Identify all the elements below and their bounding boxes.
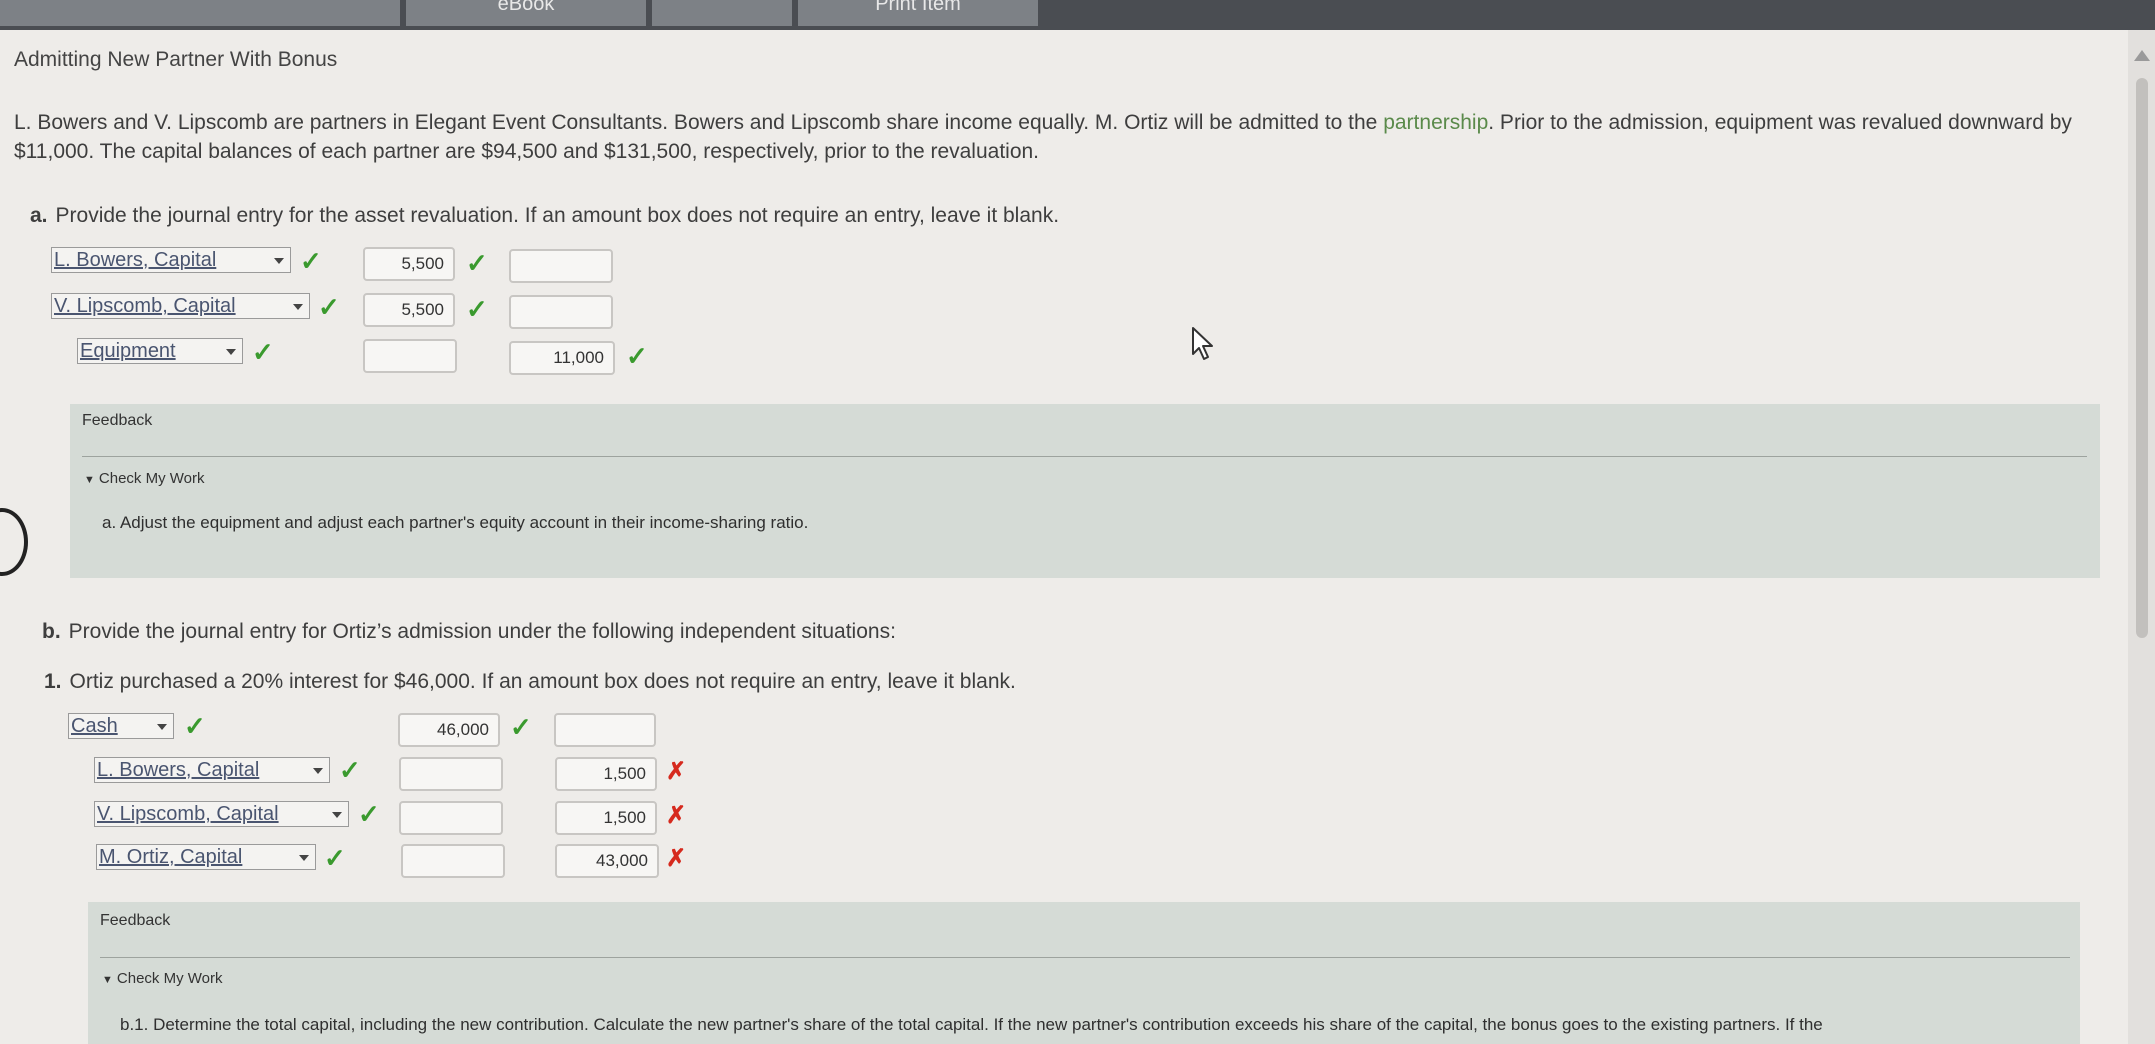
check-icon: ✓ <box>318 292 340 322</box>
account-select[interactable]: L. Bowers, Capital <box>94 757 330 783</box>
incorrect-x-icon: ✗ <box>666 758 687 785</box>
part-a-instruction: a. Provide the journal entry for the asse… <box>30 204 1060 227</box>
check-icon: ✓ <box>510 712 532 742</box>
debit-amount-input[interactable] <box>399 801 503 835</box>
check-icon: ✓ <box>626 341 648 371</box>
feedback-panel-b: Feedback ▼ Check My Work b.1. Determine t… <box>88 902 2080 1044</box>
dropdown-arrow-icon <box>274 258 284 264</box>
account-select[interactable]: V. Lipscomb, Capital <box>51 293 310 319</box>
account-select[interactable]: M. Ortiz, Capital <box>96 844 316 870</box>
check-icon: ✓ <box>184 711 206 741</box>
check-icon: ✓ <box>252 337 274 367</box>
toolbar-tab-blank[interactable] <box>652 0 792 26</box>
feedback-label: Feedback <box>82 412 153 429</box>
dropdown-arrow-icon <box>157 724 167 730</box>
problem-title: Admitting New Partner With Bonus <box>14 48 338 71</box>
feedback-text: b.1. Determine the total capital, includ… <box>120 1015 1823 1034</box>
incorrect-x-icon: ✗ <box>666 802 687 829</box>
account-select[interactable]: Equipment <box>77 338 243 364</box>
scroll-thumb[interactable] <box>2136 78 2148 638</box>
dropdown-arrow-icon <box>332 812 342 818</box>
top-toolbar: eBook Print Item <box>0 0 2155 30</box>
glossary-link-partnership[interactable]: partnership <box>1383 111 1488 134</box>
dropdown-arrow-icon <box>313 768 323 774</box>
feedback-panel-a: Feedback ▼ Check My Work a. Adjust the eq… <box>70 404 2100 578</box>
dropdown-arrow-icon <box>293 304 303 310</box>
credit-amount-input[interactable] <box>554 713 656 747</box>
credit-amount-input[interactable]: 1,500 <box>555 801 657 835</box>
print-item-button[interactable]: Print Item <box>798 0 1038 26</box>
dropdown-arrow-icon <box>226 349 236 355</box>
check-icon: ✓ <box>466 294 488 324</box>
check-my-work-toggle[interactable]: ▼ Check My Work <box>102 970 222 987</box>
mouse-cursor-icon <box>1192 327 1213 360</box>
check-icon: ✓ <box>300 246 322 276</box>
debit-amount-input[interactable]: 5,500 <box>363 293 455 327</box>
debit-amount-input[interactable] <box>401 844 505 878</box>
check-icon: ✓ <box>466 248 488 278</box>
scroll-up-arrow-icon[interactable] <box>2134 50 2150 61</box>
check-my-work-toggle[interactable]: ▼ Check My Work <box>84 470 204 487</box>
part-b1-instruction: 1. Ortiz purchased a 20% interest for $46… <box>44 670 1016 693</box>
feedback-divider <box>100 957 2070 958</box>
check-icon: ✓ <box>324 843 346 873</box>
debit-amount-input[interactable] <box>399 757 503 791</box>
disclosure-triangle-icon: ▼ <box>102 974 113 986</box>
credit-amount-input[interactable] <box>509 249 613 283</box>
scrollbar[interactable] <box>2128 30 2155 1044</box>
ebook-button[interactable]: eBook <box>406 0 646 26</box>
account-select[interactable]: Cash <box>68 713 174 739</box>
account-select[interactable]: L. Bowers, Capital <box>51 247 291 273</box>
toolbar-tab-left[interactable] <box>0 0 400 26</box>
dropdown-arrow-icon <box>299 855 309 861</box>
debit-amount-input[interactable] <box>363 339 457 373</box>
feedback-divider <box>82 456 2087 457</box>
credit-amount-input[interactable]: 11,000 <box>509 341 615 375</box>
disclosure-triangle-icon: ▼ <box>84 474 95 486</box>
check-icon: ✓ <box>339 755 361 785</box>
credit-amount-input[interactable] <box>509 295 613 329</box>
incorrect-x-icon: ✗ <box>666 845 687 872</box>
feedback-label: Feedback <box>100 912 171 929</box>
credit-amount-input[interactable]: 43,000 <box>555 844 659 878</box>
account-select[interactable]: V. Lipscomb, Capital <box>94 801 349 827</box>
debit-amount-input[interactable]: 5,500 <box>363 247 455 281</box>
problem-intro: L. Bowers and V. Lipscomb are partners i… <box>14 111 2072 163</box>
debit-amount-input[interactable]: 46,000 <box>398 713 500 747</box>
feedback-text: a. Adjust the equipment and adjust each … <box>102 513 809 532</box>
credit-amount-input[interactable]: 1,500 <box>555 757 657 791</box>
part-b-instruction: b. Provide the journal entry for Ortiz’s … <box>42 620 896 643</box>
check-icon: ✓ <box>358 799 380 829</box>
